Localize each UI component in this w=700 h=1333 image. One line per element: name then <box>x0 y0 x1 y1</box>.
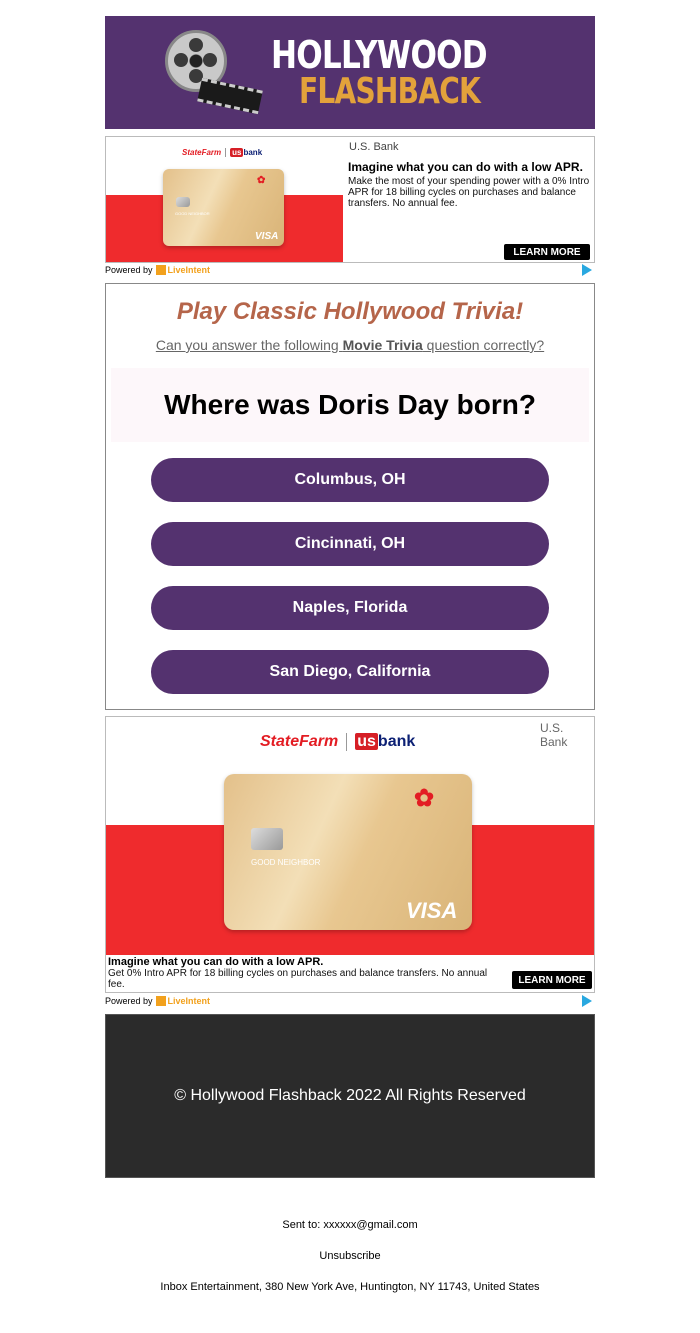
logo-title-bottom: FLASHBACK <box>299 70 481 112</box>
ad-headline[interactable]: Imagine what you can do with a low APR. <box>108 956 323 968</box>
powered-by-liveintent[interactable]: Powered by LiveIntent <box>105 265 210 275</box>
adchoices-icon[interactable] <box>582 995 592 1007</box>
trivia-question: Where was Doris Day born? <box>164 389 536 420</box>
answer-button[interactable]: San Diego, California <box>151 650 549 694</box>
ad-brand-logos: StateFarm us bank <box>182 148 263 157</box>
ad-image[interactable]: StateFarm us bank GOOD NEIGHBOR ✿ VISA <box>106 137 343 262</box>
ad-body-text: Get 0% Intro APR for 18 billing cycles o… <box>108 968 488 990</box>
ad-headline[interactable]: Imagine what you can do with a low APR. <box>348 160 583 174</box>
credit-card-image: GOOD NEIGHBOR ✿ VISA <box>163 169 284 246</box>
hollywood-flashback-logo[interactable]: HOLLYWOOD FLASHBACK <box>165 28 534 118</box>
trivia-subtitle-link[interactable]: Can you answer the following Movie Trivi… <box>106 337 594 353</box>
adchoices-icon[interactable] <box>582 264 592 276</box>
learn-more-button[interactable]: LEARN MORE <box>512 971 592 989</box>
answer-button[interactable]: Naples, Florida <box>151 586 549 630</box>
ad-brand-logos: StateFarm us bank <box>260 733 416 751</box>
footer: © Hollywood Flashback 2022 All Rights Re… <box>105 1014 595 1178</box>
liveintent-icon <box>155 996 166 1006</box>
ad-body-text: Make the most of your spending power wit… <box>348 176 590 209</box>
ad-advertiser: U.S. Bank <box>540 721 568 749</box>
answer-button[interactable]: Cincinnati, OH <box>151 522 549 566</box>
bottom-ad-banner[interactable]: U.S. Bank StateFarm us bank GOOD NEIGHBOR… <box>105 716 595 993</box>
ad-advertiser: U.S. Bank <box>349 141 399 153</box>
liveintent-icon <box>155 265 166 275</box>
unsubscribe-link[interactable]: Unsubscribe <box>0 1250 700 1262</box>
trivia-title: Play Classic Hollywood Trivia! <box>176 298 524 325</box>
trivia-section: Play Classic Hollywood Trivia! Can you a… <box>105 283 595 710</box>
powered-by-liveintent[interactable]: Powered by LiveIntent <box>105 996 210 1006</box>
credit-card-image: GOOD NEIGHBOR ✿ VISA <box>224 774 472 930</box>
answer-button[interactable]: Columbus, OH <box>151 458 549 502</box>
learn-more-button[interactable]: LEARN MORE <box>504 244 590 260</box>
mailing-address: Inbox Entertainment, 380 New York Ave, H… <box>160 1281 540 1293</box>
copyright-text: © Hollywood Flashback 2022 All Rights Re… <box>174 1087 526 1104</box>
logo-title-top: HOLLYWOOD <box>271 32 488 77</box>
newsletter-header: HOLLYWOOD FLASHBACK <box>105 16 595 129</box>
question-band: Where was Doris Day born? <box>111 368 589 442</box>
top-ad-banner[interactable]: StateFarm us bank GOOD NEIGHBOR ✿ VISA U.… <box>105 136 595 263</box>
sent-to-text: Sent to: xxxxxx@gmail.com <box>282 1219 418 1231</box>
film-reel-icon <box>165 28 265 118</box>
